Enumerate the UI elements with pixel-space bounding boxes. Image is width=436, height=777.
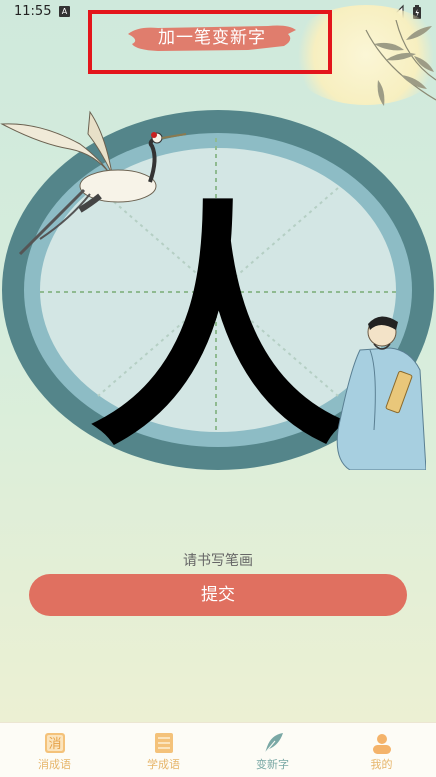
notification-icon: A [59, 6, 70, 17]
nav-item-bian-xinzi[interactable]: 变新字 [218, 723, 327, 777]
submit-button[interactable]: 提交 [29, 574, 407, 616]
nav-label: 学成语 [147, 758, 180, 771]
nav-label: 消成语 [38, 758, 71, 771]
title-highlight-frame [88, 10, 332, 74]
svg-text:消: 消 [48, 737, 61, 752]
nav-item-xue-chengyu[interactable]: 学成语 [109, 723, 218, 777]
nav-label: 变新字 [256, 758, 289, 771]
bottom-nav: 消 消成语 学成语 变新字 我的 [0, 722, 436, 777]
scholar-illustration [336, 316, 426, 470]
nav-item-wode[interactable]: 我的 [327, 723, 436, 777]
xiao-chengyu-icon: 消 [44, 733, 65, 753]
quill-icon [264, 733, 283, 754]
nav-item-xiao-chengyu[interactable]: 消 消成语 [0, 723, 109, 777]
book-icon [154, 733, 173, 753]
crane-illustration [0, 110, 187, 256]
user-icon [372, 734, 391, 754]
nav-label: 我的 [370, 758, 393, 771]
status-time: 11:55 [14, 4, 52, 19]
instruction-text: 请书写笔画 [183, 553, 253, 569]
